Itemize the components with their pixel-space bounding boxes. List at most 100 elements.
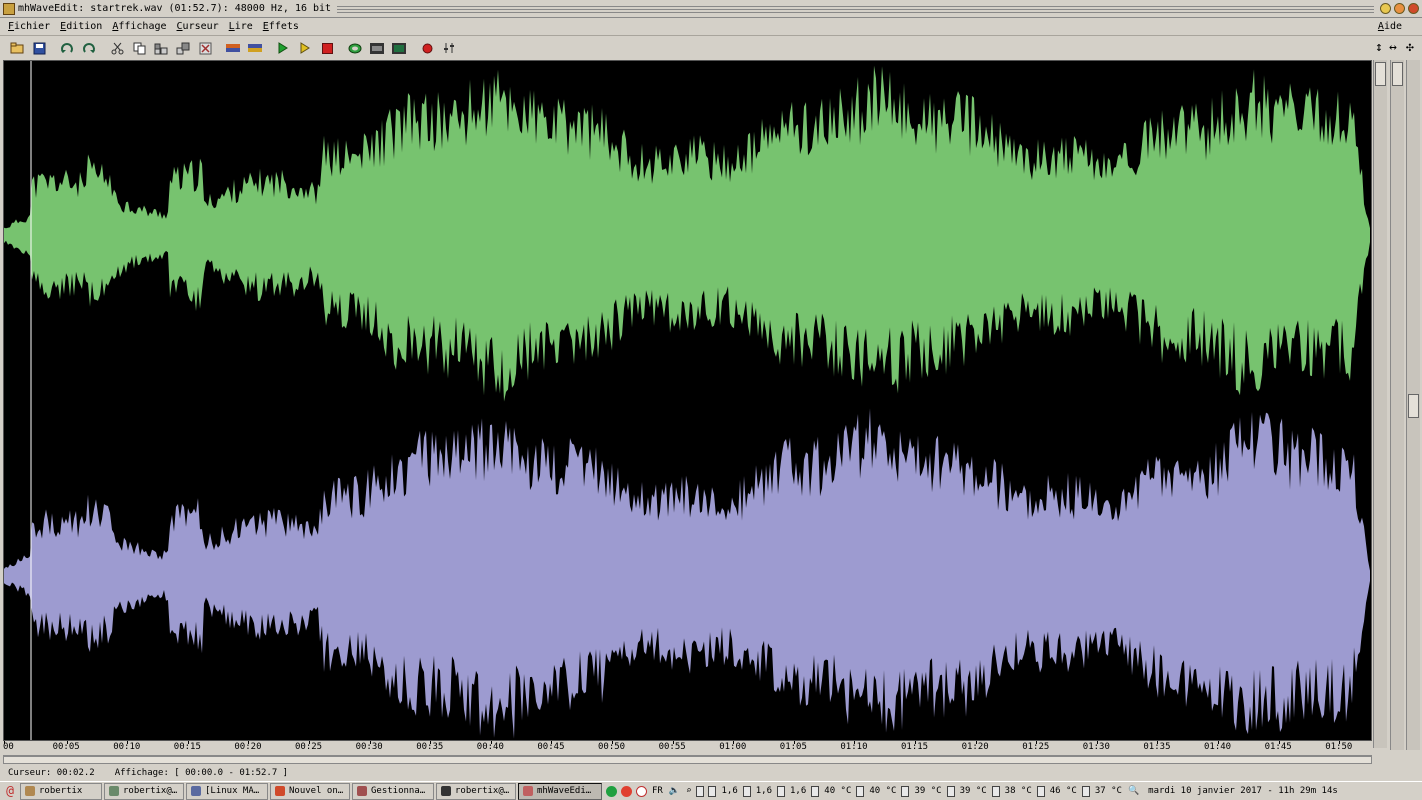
speed-icon: ✣ xyxy=(1406,40,1414,55)
chrome-tray-icon[interactable] xyxy=(621,785,632,797)
ruler-label: 01:15 xyxy=(901,742,929,752)
horizontal-zoom-thumb[interactable] xyxy=(1392,62,1403,86)
close-icon[interactable] xyxy=(1408,3,1419,14)
cut-icon[interactable] xyxy=(108,39,126,57)
thermometer-icon xyxy=(811,785,820,797)
task-robertix-folder[interactable]: robertix xyxy=(20,782,102,800)
debian-menu-icon[interactable]: @ xyxy=(0,782,20,800)
menu-effets[interactable]: Effets xyxy=(263,21,299,32)
vertical-zoom-icon: ↕ xyxy=(1375,40,1383,55)
alarm-clock-icon[interactable] xyxy=(636,785,647,797)
ruler-label: 00:35 xyxy=(416,742,444,752)
task-terminal-2[interactable]: robertix@… xyxy=(436,782,516,800)
view-range: Affichage: [ 00:00.0 - 01:52.7 ] xyxy=(114,767,289,778)
manager-icon xyxy=(357,786,367,796)
search-icon[interactable]: 🔍 xyxy=(1128,786,1139,796)
terminal-icon xyxy=(441,786,451,796)
ruler-label: 01:35 xyxy=(1143,742,1171,752)
speaker-icon[interactable]: 🔈 xyxy=(669,786,680,796)
copy-icon[interactable] xyxy=(130,39,148,57)
ruler-label: 00:40 xyxy=(476,742,504,752)
horizontal-zoom-icon: ↔ xyxy=(1389,40,1397,55)
cpu-freq-icon xyxy=(777,785,786,797)
ruler-label: 01:50 xyxy=(1325,742,1353,752)
time-ruler[interactable]: 00 00:05 00:10 00:15 00:20 00:25 00:30 00:35 00:… xyxy=(3,741,1372,755)
task-chrome-new-tab[interactable]: Nouvel on… xyxy=(270,782,350,800)
cpu-freq-icon xyxy=(742,785,751,797)
open-icon[interactable] xyxy=(8,39,26,57)
clock[interactable]: mardi 10 janvier 2017 - 11h 29m 14s xyxy=(1148,786,1338,796)
paste-over-icon[interactable] xyxy=(174,39,192,57)
ruler-label: 00:45 xyxy=(537,742,565,752)
undo-icon[interactable] xyxy=(58,39,76,57)
vertical-scrollbar-thumb[interactable] xyxy=(1375,62,1386,86)
taskbar: @ robertix robertix@… [Linux MA… Nouvel … xyxy=(0,781,1422,800)
ruler-label: 01:25 xyxy=(1022,742,1050,752)
ruler-label: 01:45 xyxy=(1264,742,1292,752)
network-icon[interactable] xyxy=(606,785,617,797)
window-title: mhWaveEdit: startrek.wav (01:52.7): 4800… xyxy=(18,3,332,14)
menu-affichage[interactable]: Affichage xyxy=(112,21,166,32)
menu-lire[interactable]: Lire xyxy=(229,21,253,32)
speed-slider-thumb[interactable] xyxy=(1408,394,1419,418)
menu-edition[interactable]: Edition xyxy=(60,21,102,32)
horizontal-scrollbar[interactable] xyxy=(3,755,1372,764)
delete-icon[interactable] xyxy=(196,39,214,57)
ruler-label: 01:00 xyxy=(719,742,747,752)
chrome-icon xyxy=(275,786,285,796)
toolbar xyxy=(0,37,1422,59)
ruler-label: 00:10 xyxy=(113,742,141,752)
play-icon[interactable] xyxy=(274,39,292,57)
keyboard-layout[interactable]: FR xyxy=(652,786,663,796)
menu-aide[interactable]: Aide xyxy=(1378,21,1402,32)
task-mhwaveedit[interactable]: mhWaveEdi… xyxy=(518,782,602,800)
menu-curseur[interactable]: Curseur xyxy=(177,21,219,32)
ruler-label: 00:05 xyxy=(52,742,80,752)
record-mode-icon[interactable] xyxy=(390,39,408,57)
waveform-canvas[interactable] xyxy=(4,61,1371,740)
ruler-label: 01:30 xyxy=(1082,742,1110,752)
minimize-icon[interactable] xyxy=(1380,3,1391,14)
menubar: Fichier Edition Affichage Curseur Lire E… xyxy=(0,18,1422,36)
cursor-position: Curseur: 00:02.2 xyxy=(8,767,95,778)
task-browser-linux[interactable]: [Linux MA… xyxy=(186,782,268,800)
record-icon[interactable] xyxy=(418,39,436,57)
browser-icon xyxy=(191,786,201,796)
channel-2-waveform xyxy=(4,408,1370,739)
thermometer-icon xyxy=(1036,785,1045,797)
loop-icon[interactable] xyxy=(346,39,364,57)
ruler-label: 00:50 xyxy=(598,742,626,752)
window-titlebar[interactable]: mhWaveEdit: startrek.wav (01:52.7): 4800… xyxy=(0,0,1422,18)
mixer-icon[interactable] xyxy=(368,39,386,57)
statusbar: Curseur: 00:02.2 Affichage: [ 00:00.0 - … xyxy=(0,765,1422,780)
terminal-icon xyxy=(109,786,119,796)
maximize-icon[interactable] xyxy=(1394,3,1405,14)
cpu-freq-icon xyxy=(708,785,717,797)
volume-icon[interactable] xyxy=(440,39,458,57)
speed-slider[interactable] xyxy=(1406,60,1420,750)
save-icon[interactable] xyxy=(30,39,48,57)
printer-icon xyxy=(696,785,705,797)
ruler-label: 01:05 xyxy=(779,742,807,752)
thermometer-icon xyxy=(1081,785,1090,797)
search-tray-icon[interactable]: ⌕ xyxy=(686,786,691,796)
vertical-scrollbar[interactable] xyxy=(1373,60,1387,748)
task-manager[interactable]: Gestionna… xyxy=(352,782,434,800)
ruler-label: 00:30 xyxy=(355,742,383,752)
thermometer-icon xyxy=(901,785,910,797)
play-selection-icon[interactable] xyxy=(296,39,314,57)
thermometer-icon xyxy=(946,785,955,797)
silence-icon[interactable] xyxy=(246,39,264,57)
redo-icon[interactable] xyxy=(80,39,98,57)
titlebar-grip xyxy=(337,4,1374,13)
horizontal-zoom-slider[interactable] xyxy=(1390,60,1404,750)
ruler-label: 01:20 xyxy=(961,742,989,752)
ruler-label: 01:40 xyxy=(1204,742,1232,752)
stop-icon[interactable] xyxy=(318,39,336,57)
task-terminal-1[interactable]: robertix@… xyxy=(104,782,184,800)
menu-fichier[interactable]: Fichier xyxy=(8,21,50,32)
horizontal-scrollbar-thumb[interactable] xyxy=(3,756,1372,764)
crop-icon[interactable] xyxy=(224,39,242,57)
paste-icon[interactable] xyxy=(152,39,170,57)
waveform-display[interactable] xyxy=(3,60,1372,741)
